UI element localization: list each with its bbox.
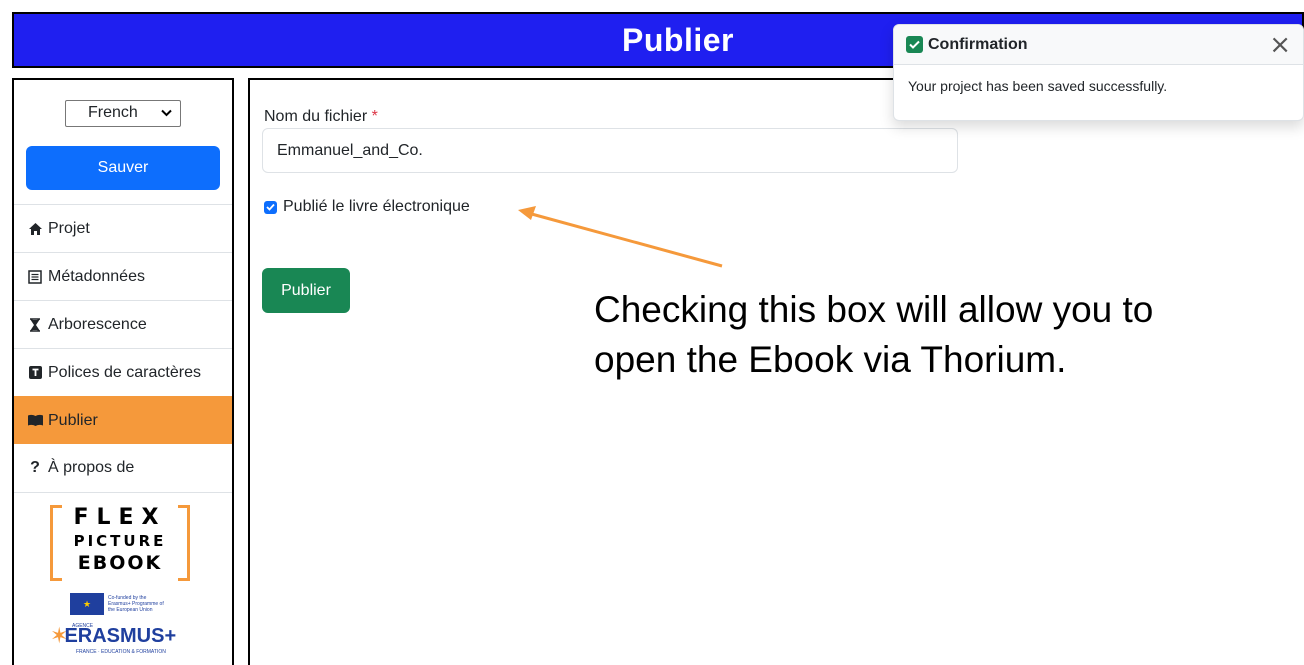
sidebar-item-label: Polices de caractères [48, 363, 201, 381]
language-selector-wrap: French [14, 80, 232, 146]
erasmus-logo: ✶ AGENCE ERASMUS+ [50, 623, 194, 649]
save-button[interactable]: Sauver [26, 146, 220, 190]
sidebar-item-metadonnees[interactable]: Métadonnées [14, 252, 232, 300]
publish-button[interactable]: Publier [262, 268, 350, 313]
required-mark: * [371, 108, 378, 125]
flex-picture-ebook-logo: FLEX PICTURE EBOOK ★ Co-funded by the Er… [50, 503, 194, 655]
erasmus-subtitle: FRANCE · EDUCATION & FORMATION [76, 649, 166, 655]
publish-ebook-checkbox[interactable] [264, 200, 277, 214]
logo-line-2: PICTURE [73, 532, 167, 550]
book-icon [26, 414, 44, 427]
confirmation-toast: Confirmation × Your project has been sav… [893, 24, 1304, 121]
eu-cofunded-badge: ★ Co-funded by the Erasmus+ Programme of… [70, 593, 194, 615]
question-icon: ? [30, 459, 40, 476]
toast-title: Confirmation [928, 35, 1028, 53]
erasmus-agence: AGENCE [72, 623, 94, 629]
sidebar-nav: Projet Métadonnées Arborescence Polices … [14, 204, 232, 492]
home-icon [26, 222, 44, 236]
language-select-value: French [88, 104, 138, 121]
sidebar-item-label: À propos de [48, 459, 135, 476]
check-square-icon [906, 36, 923, 53]
close-icon[interactable]: × [1269, 32, 1291, 58]
eu-flag-icon: ★ [70, 593, 104, 615]
list-icon [26, 269, 44, 284]
sidebar-item-label: Projet [48, 219, 90, 237]
filename-value: Emmanuel_and_Co. [277, 141, 423, 159]
sidebar-item-a-propos[interactable]: ? À propos de [14, 444, 232, 492]
sidebar-item-projet[interactable]: Projet [14, 204, 232, 252]
annotation-line-2: open the Ebook via Thorium. [594, 339, 1067, 380]
sidebar-item-polices[interactable]: Polices de caractères [14, 348, 232, 396]
annotation-text: Checking this box will allow you to open… [594, 285, 1254, 385]
font-icon [26, 366, 44, 379]
check-icon [266, 203, 275, 211]
eu-cofunded-text: Co-funded by the Erasmus+ Programme of t… [108, 595, 164, 613]
filename-label: Nom du fichier * [264, 108, 378, 125]
annotation-line-1: Checking this box will allow you to [594, 289, 1154, 330]
filename-input[interactable]: Emmanuel_and_Co. [262, 128, 958, 173]
sidebar-item-arborescence[interactable]: Arborescence [14, 300, 232, 348]
sidebar-item-label: Arborescence [48, 315, 147, 333]
chevron-down-icon [161, 109, 172, 117]
sidebar-item-label: Métadonnées [48, 267, 145, 285]
logo-box: FLEX PICTURE EBOOK [50, 503, 190, 583]
publish-ebook-label: Publié le livre électronique [283, 198, 470, 215]
logo-line-3: EBOOK [77, 552, 163, 574]
toast-header: Confirmation × [894, 25, 1303, 65]
logo-line-1: FLEX [73, 505, 167, 530]
publish-ebook-checkbox-row[interactable]: Publié le livre électronique [264, 198, 470, 216]
hourglass-icon [26, 317, 44, 332]
language-select[interactable]: French [65, 99, 181, 127]
page-title: Publier [622, 21, 734, 58]
toast-message: Your project has been saved successfully… [908, 78, 1168, 94]
sidebar-item-publier[interactable]: Publier [14, 396, 232, 444]
sidebar-item-label: Publier [48, 411, 98, 429]
sidebar: French Sauver Projet Métadonnées Arbores… [12, 78, 234, 665]
